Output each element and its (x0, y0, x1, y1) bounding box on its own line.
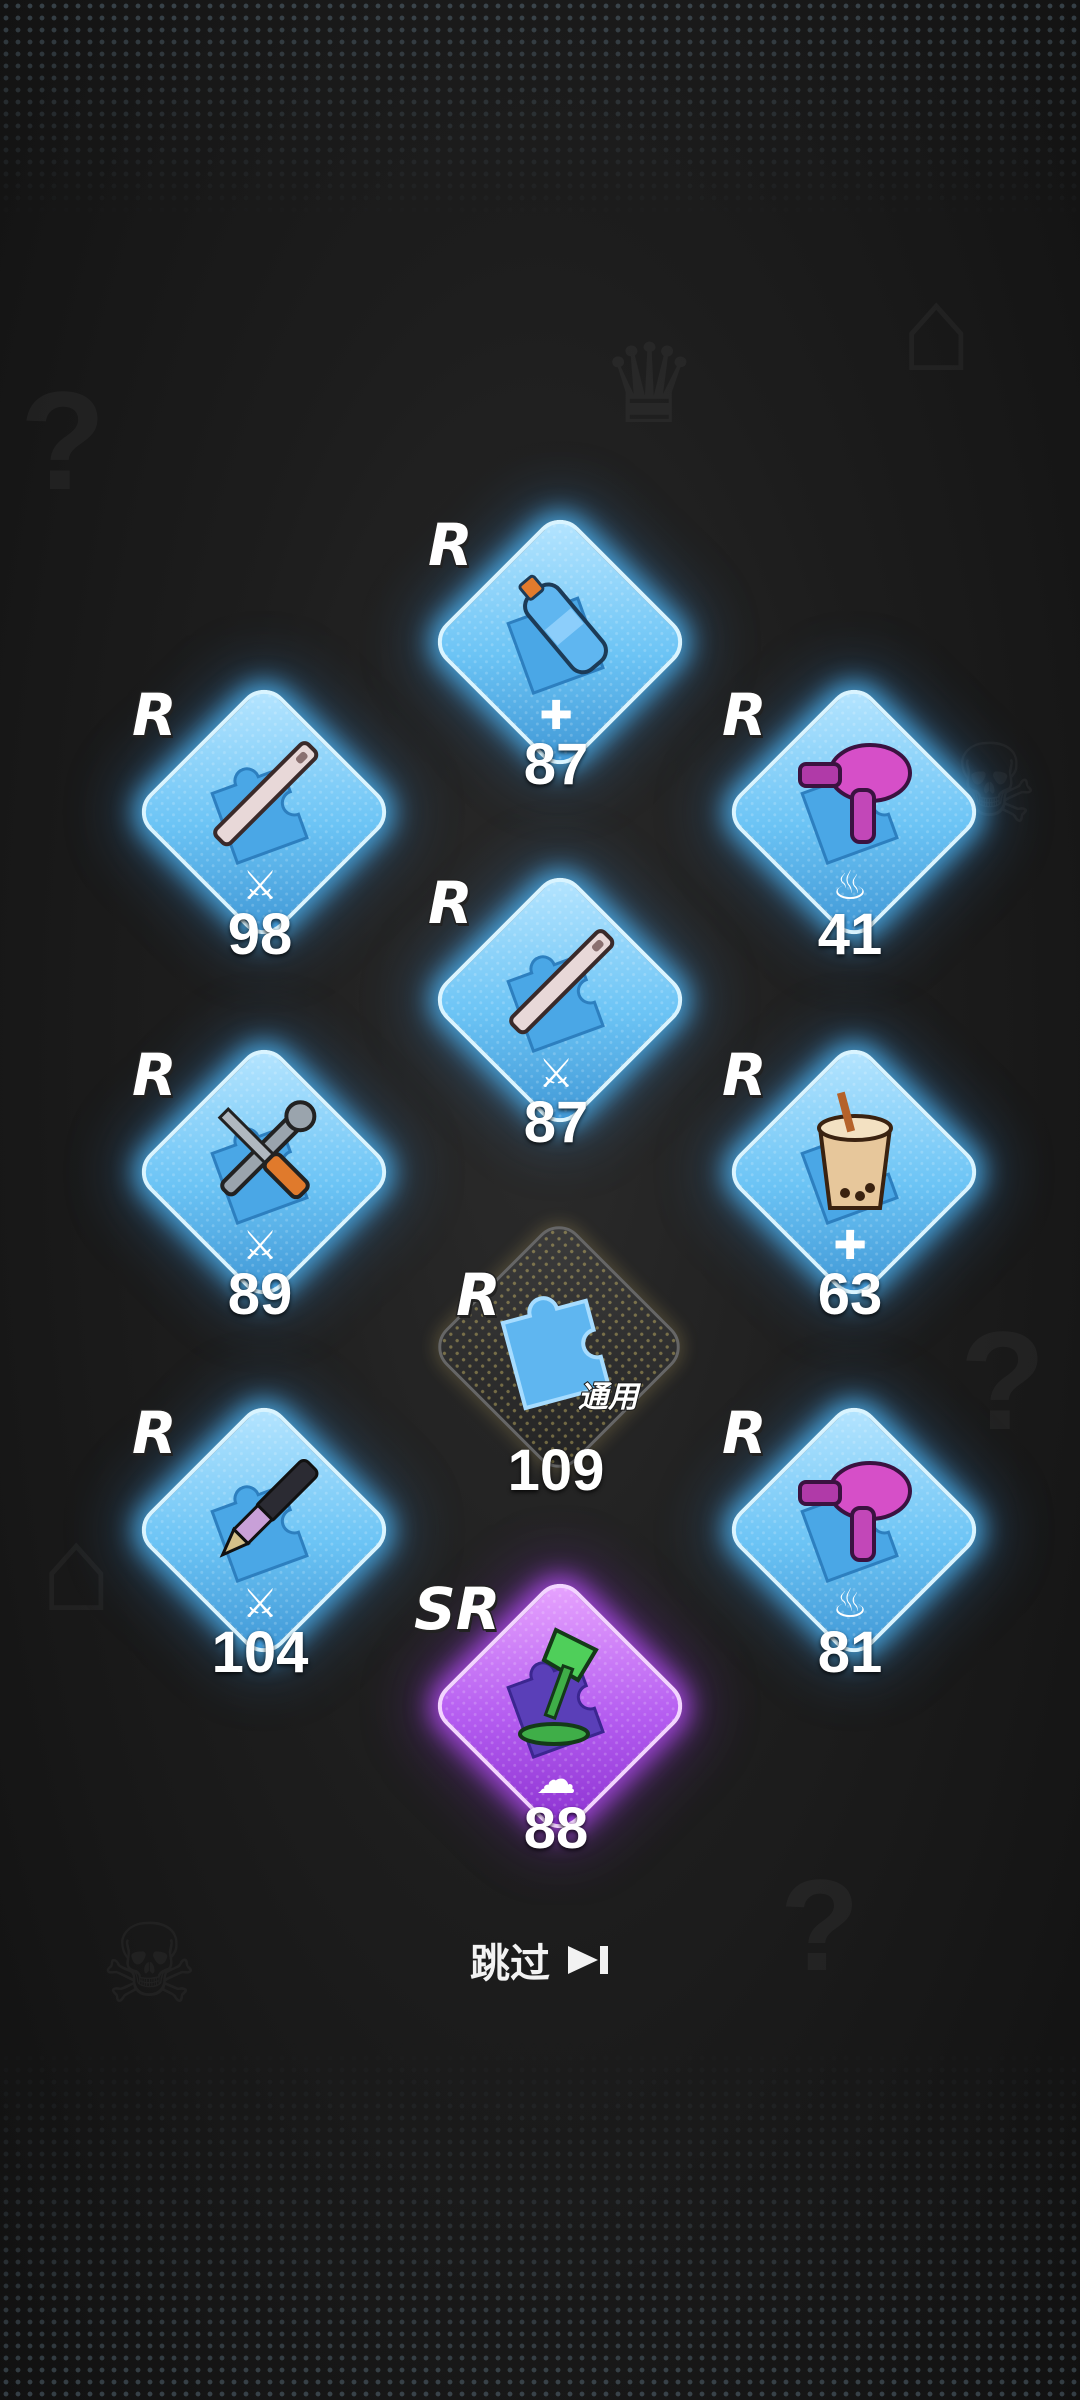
fragment-card-ruler[interactable]: R ⚔ 87 (406, 846, 706, 1152)
hair-dryer-icon (798, 1461, 912, 1562)
fragment-card-ruler[interactable]: R ⚔ 98 (110, 658, 410, 964)
fragment-card-hair-dryer[interactable]: R ♨ 81 (700, 1376, 1000, 1682)
bg-question-icon: ? (780, 1850, 859, 2000)
fragment-card-fountain-pen[interactable]: R ⚔ 104 (110, 1376, 410, 1682)
top-halftone (0, 0, 1080, 220)
fragment-count: 89 (227, 1262, 293, 1327)
fragment-count: 63 (817, 1262, 883, 1327)
fragment-count: 41 (817, 902, 883, 967)
fragment-card-bubble-tea[interactable]: R ✚ 63 (700, 1018, 1000, 1324)
skip-button[interactable]: 跳过 (470, 1930, 614, 1990)
fragment-card-water-bottle[interactable]: R ✚ 87 (406, 488, 706, 794)
desk-lamp-icon (518, 1627, 599, 1746)
bg-skull-icon: ☠ (100, 1900, 199, 2028)
bg-question-icon: ? (20, 360, 106, 522)
rarity-badge: R (131, 681, 179, 749)
rarity-badge: R (721, 1041, 769, 1109)
rarity-badge: R (131, 1041, 179, 1109)
rarity-badge: R (131, 1399, 179, 1467)
ruler-icon (213, 741, 319, 847)
bg-lock-icon: ⌂ (900, 260, 972, 398)
fragment-count: 87 (523, 732, 589, 797)
generic-tag: 通用 (577, 1379, 639, 1416)
fragment-count: 98 (227, 902, 293, 967)
bg-crown-icon: ♛ (600, 320, 699, 448)
bg-lock-icon: ⌂ (40, 1500, 112, 1638)
rarity-badge: R (721, 1399, 769, 1467)
fragment-count: 87 (523, 1090, 589, 1155)
fragment-count: 104 (211, 1620, 309, 1685)
fragment-count: 109 (507, 1438, 605, 1503)
hair-dryer-icon (798, 743, 912, 844)
fragment-card-wrench-screwdriver[interactable]: R ⚔ 89 (110, 1018, 410, 1324)
bottom-halftone (0, 2040, 1080, 2400)
fragment-card-hair-dryer[interactable]: R ♨ 41 (700, 658, 1000, 964)
rarity-badge: R (455, 1261, 503, 1329)
wrench-icon (217, 1100, 317, 1200)
skip-forward-icon (568, 1946, 608, 1974)
fragment-count: 81 (817, 1620, 883, 1685)
skip-label: 跳过 (470, 1941, 550, 1987)
water-bottle-icon (518, 574, 608, 675)
fragment-card-desk-lamp[interactable]: SR ☁ 88 (406, 1552, 706, 1858)
rarity-badge: R (427, 869, 475, 937)
fountain-pen-icon (219, 1458, 319, 1558)
rarity-badge: R (427, 511, 475, 579)
ruler-icon (509, 929, 615, 1035)
rarity-badge: R (721, 681, 769, 749)
rarity-badge: SR (412, 1575, 501, 1643)
fragment-count: 88 (523, 1796, 589, 1861)
bubble-tea-icon (817, 1091, 893, 1210)
fragment-card-generic[interactable]: R 通用 109 (406, 1194, 706, 1500)
